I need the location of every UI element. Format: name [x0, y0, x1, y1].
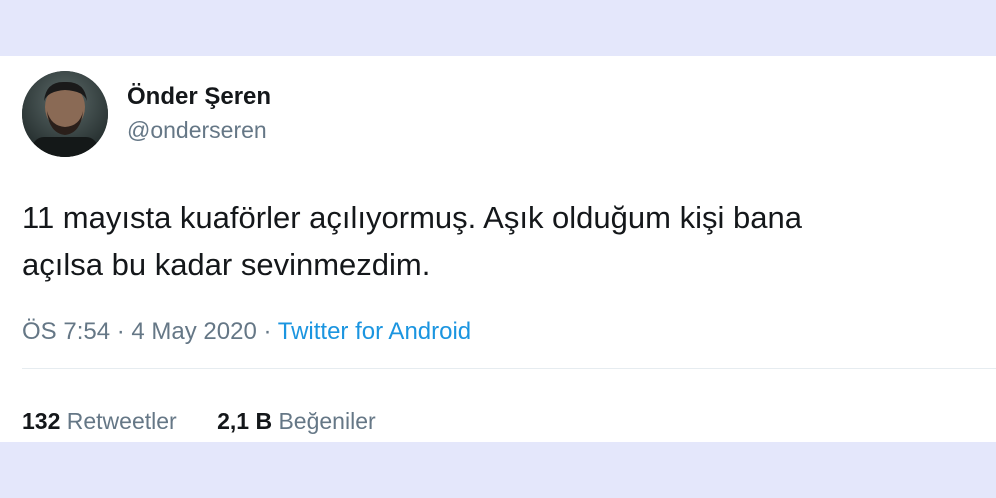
- avatar[interactable]: [22, 71, 108, 157]
- meta-separator: ·: [263, 318, 272, 345]
- tweet-text-line: 11 mayısta kuaförler açılıyormuş. Aşık o…: [22, 200, 802, 235]
- tweet-source-link[interactable]: Twitter for Android: [278, 318, 471, 345]
- divider: [22, 368, 996, 369]
- like-label: Beğeniler: [278, 408, 376, 434]
- likes-stat[interactable]: 2,1 B Beğeniler: [217, 408, 376, 435]
- meta-separator: ·: [116, 318, 125, 345]
- tweet-card: Önder Şeren @onderseren 11 mayısta kuafö…: [0, 56, 996, 442]
- author-handle[interactable]: @onderseren: [127, 117, 267, 144]
- retweet-count: 132: [22, 408, 61, 434]
- tweet-time[interactable]: ÖS 7:54: [22, 318, 110, 345]
- tweet-meta: ÖS 7:54 · 4 May 2020 · Twitter for Andro…: [22, 318, 471, 346]
- tweet-stats: 132 Retweetler 2,1 B Beğeniler: [22, 408, 410, 435]
- author-name[interactable]: Önder Şeren: [127, 83, 271, 111]
- like-count: 2,1 B: [217, 408, 273, 434]
- avatar-photo: [22, 71, 108, 157]
- retweet-label: Retweetler: [66, 408, 177, 434]
- tweet-date[interactable]: 4 May 2020: [131, 318, 256, 345]
- tweet-text: 11 mayısta kuaförler açılıyormuş. Aşık o…: [22, 194, 992, 288]
- tweet-text-line: açılsa bu kadar sevinmezdim.: [22, 247, 431, 282]
- retweets-stat[interactable]: 132 Retweetler: [22, 408, 177, 435]
